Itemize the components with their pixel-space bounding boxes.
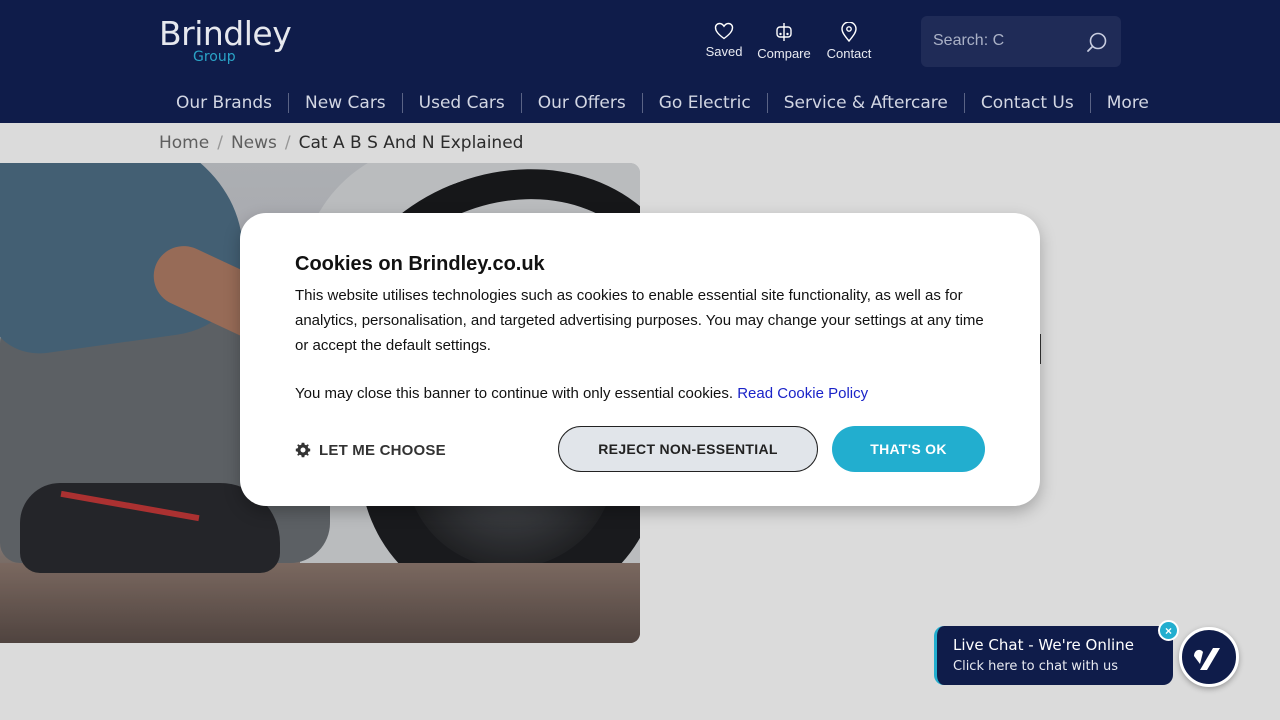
reject-non-essential-button[interactable]: REJECT NON-ESSENTIAL <box>558 426 818 472</box>
cookie-close-note-text: You may close this banner to continue wi… <box>295 385 734 402</box>
search-box <box>921 16 1121 67</box>
compare-link[interactable]: Compare <box>749 22 819 64</box>
nav-our-offers[interactable]: Our Offers <box>520 93 642 113</box>
heart-icon <box>714 22 734 40</box>
nav-go-electric[interactable]: Go Electric <box>641 93 767 113</box>
compare-label: Compare <box>757 46 811 61</box>
nav-service-aftercare[interactable]: Service & Aftercare <box>766 93 964 113</box>
live-chat-title: Live Chat - We're Online <box>953 636 1134 654</box>
site-header: Brindley Group Saved Compare Contact Our… <box>0 0 1280 123</box>
main-nav: Our Brands New Cars Used Cars Our Offers… <box>159 88 1165 118</box>
nav-more[interactable]: More <box>1089 93 1165 113</box>
live-chat-close-icon[interactable]: × <box>1158 620 1179 641</box>
cookie-close-note: You may close this banner to continue wi… <box>295 381 995 406</box>
let-me-choose-label: LET ME CHOOSE <box>319 441 446 459</box>
search-icon[interactable] <box>1085 30 1109 54</box>
logo-subtitle: Group <box>193 49 236 65</box>
live-chat-widget[interactable]: Live Chat - We're Online Click here to c… <box>934 626 1173 685</box>
compare-icon <box>776 23 792 41</box>
brindley-logo[interactable]: Brindley Group <box>159 14 292 68</box>
live-chat-subtitle: Click here to chat with us <box>953 659 1119 674</box>
accept-cookies-button[interactable]: THAT'S OK <box>832 426 985 472</box>
nav-our-brands[interactable]: Our Brands <box>159 93 288 113</box>
contact-label: Contact <box>826 46 872 61</box>
cookie-policy-link[interactable]: Read Cookie Policy <box>737 385 868 402</box>
let-me-choose-button[interactable]: LET ME CHOOSE <box>295 439 446 461</box>
nav-used-cars[interactable]: Used Cars <box>401 93 521 113</box>
contact-link[interactable]: Contact <box>814 22 884 64</box>
live-chat-launcher[interactable] <box>1179 627 1239 687</box>
search-input[interactable] <box>933 29 1073 53</box>
location-pin-icon <box>841 22 857 42</box>
nav-contact-us[interactable]: Contact Us <box>963 93 1090 113</box>
cookie-body-text: This website utilises technologies such … <box>295 287 984 354</box>
cookie-title: Cookies on Brindley.co.uk <box>295 253 545 275</box>
nav-new-cars[interactable]: New Cars <box>288 93 402 113</box>
chat-brand-icon <box>1194 648 1220 670</box>
cookie-banner: Cookies on Brindley.co.uk This website u… <box>240 213 1040 506</box>
gear-icon <box>295 442 311 458</box>
logo-wordmark: Brindley <box>159 14 292 53</box>
